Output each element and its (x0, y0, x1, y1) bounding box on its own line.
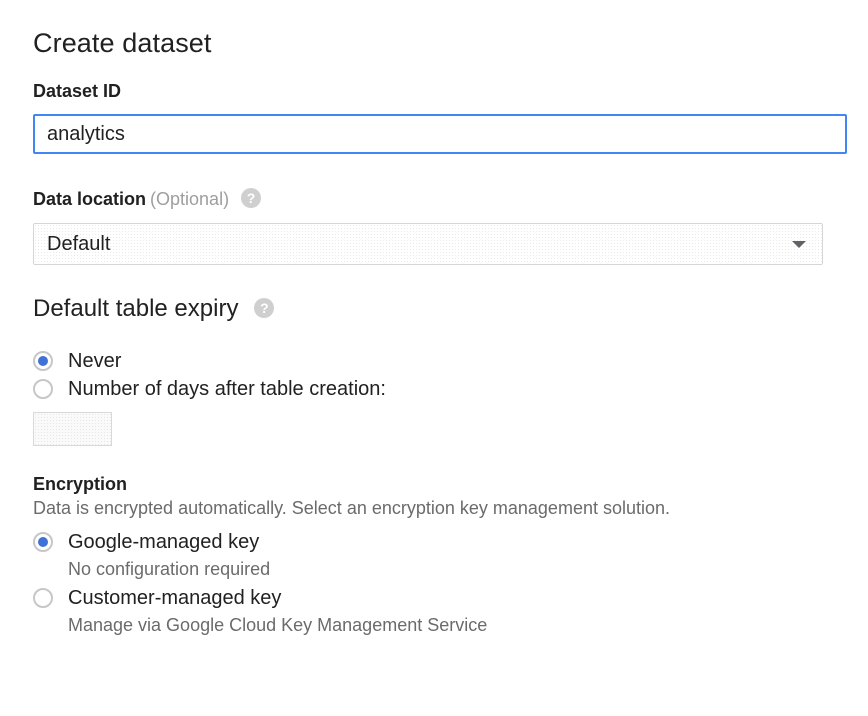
expiry-never-label: Never (68, 349, 122, 372)
data-location-label: Data location (Optional)? (33, 188, 262, 210)
help-circle-icon[interactable]: ? (241, 188, 262, 209)
expiry-days-option[interactable]: Number of days after table creation: (33, 376, 386, 402)
customer-managed-key-label: Customer-managed key (68, 586, 282, 609)
create-dataset-panel: Create dataset Dataset ID Data location(… (0, 0, 868, 716)
dataset-id-input[interactable] (33, 114, 847, 154)
data-location-select[interactable]: Default (33, 223, 823, 265)
google-managed-key-sublabel: No configuration required (68, 559, 271, 579)
expiry-never-radio[interactable] (33, 351, 53, 371)
google-managed-key-label: Google-managed key (68, 530, 260, 553)
data-location-label-text: Data location (33, 189, 147, 209)
table-expiry-title-text: Default table expiry (33, 295, 239, 322)
customer-managed-key-option[interactable]: Customer-managed key (33, 585, 281, 611)
data-location-selected-value: Default (47, 233, 111, 255)
encryption-description: Data is encrypted automatically. Select … (33, 498, 671, 518)
optional-text: (Optional) (150, 189, 230, 209)
google-managed-key-radio[interactable] (33, 532, 53, 552)
encryption-title: Encryption (33, 474, 128, 494)
page-title: Create dataset (33, 28, 212, 58)
expiry-days-label: Number of days after table creation: (68, 377, 386, 400)
dataset-id-label: Dataset ID (33, 81, 122, 101)
expiry-days-input[interactable] (33, 412, 112, 446)
help-circle-icon[interactable]: ? (254, 297, 275, 318)
customer-managed-key-radio[interactable] (33, 588, 53, 608)
table-expiry-title: Default table expiry? (33, 295, 275, 323)
customer-managed-key-sublabel: Manage via Google Cloud Key Management S… (68, 615, 488, 635)
expiry-days-radio[interactable] (33, 379, 53, 399)
google-managed-key-option[interactable]: Google-managed key (33, 529, 259, 555)
dropdown-arrow-icon (792, 241, 806, 248)
expiry-never-option[interactable]: Never (33, 348, 121, 374)
